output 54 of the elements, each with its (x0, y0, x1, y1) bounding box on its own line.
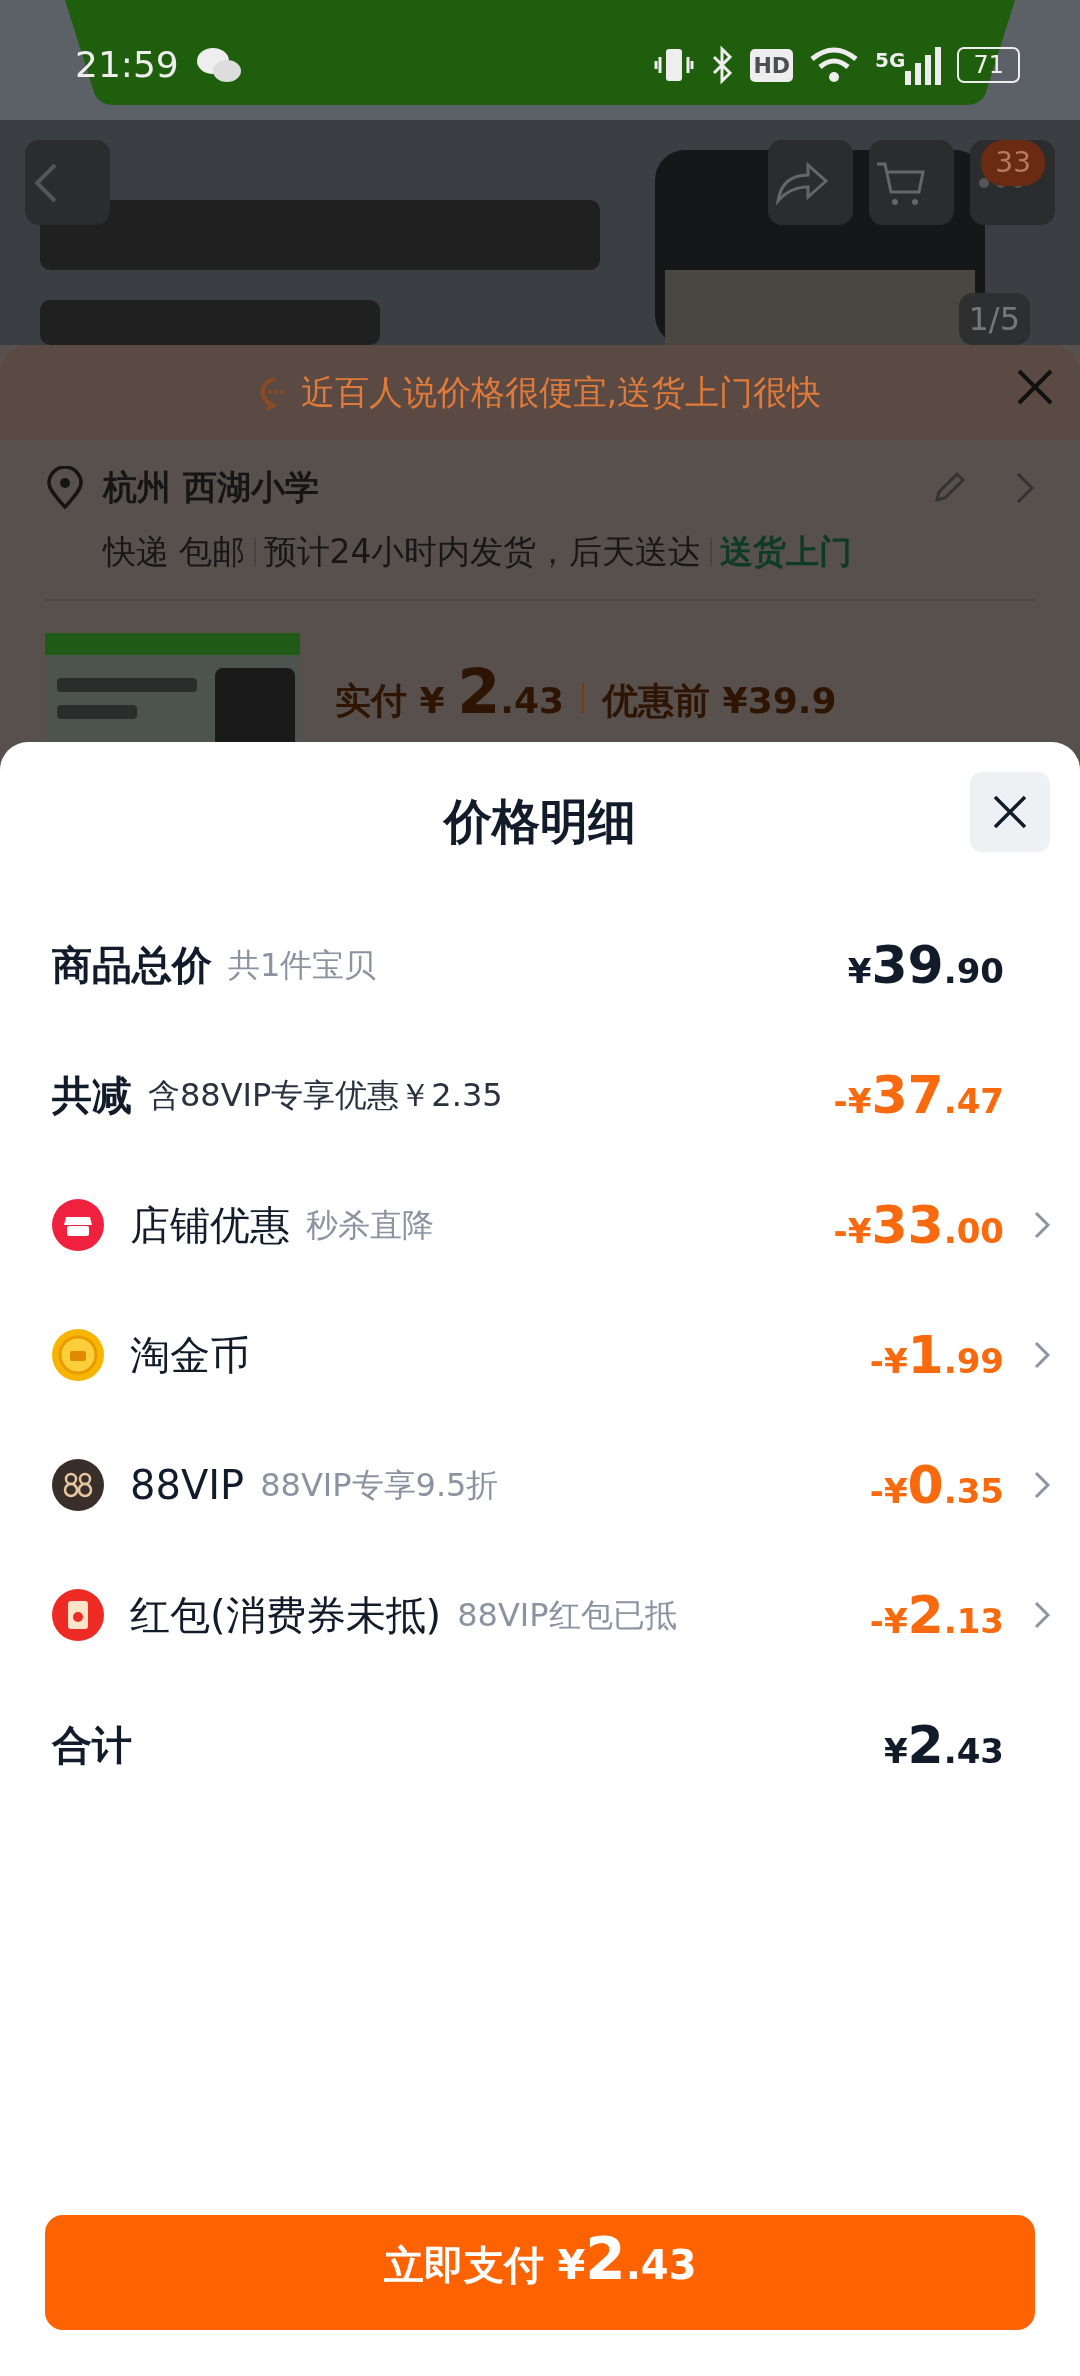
pay-button[interactable]: 立即支付 ¥2.43 (45, 2215, 1035, 2330)
wifi-icon (809, 45, 860, 85)
image-counter: 1/5 (958, 293, 1030, 345)
network-label: 5G (875, 47, 906, 74)
amount-text: -¥37.47 (833, 1064, 1004, 1127)
chevron-icon[interactable] (1015, 470, 1035, 505)
amount-text: ¥39.90 (847, 934, 1004, 997)
sheet-title: 价格明细 (444, 792, 636, 851)
cart-button[interactable] (869, 140, 954, 225)
close-button[interactable] (970, 772, 1050, 852)
discount-label: 88VIP (130, 1461, 245, 1510)
row-note: 秒杀直降 (306, 1205, 434, 1246)
chevron-icon[interactable] (1034, 1601, 1050, 1629)
close-icon (1015, 367, 1055, 407)
close-icon (992, 794, 1028, 830)
row-label: 商品总价 (52, 941, 212, 990)
amount-text: ¥2.43 (883, 1714, 1004, 1777)
discount-icon (52, 1459, 104, 1511)
amount-text: -¥2.13 (869, 1584, 1004, 1647)
amount-text: -¥0.35 (869, 1454, 1004, 1517)
discount-icon (52, 1199, 104, 1251)
discount-label: 红包(消费券未抵) (130, 1591, 442, 1640)
chevron-icon[interactable] (1034, 1211, 1050, 1239)
discount-label: 店铺优惠 (130, 1201, 290, 1250)
tip-text: 近百人说价格很便宜,送货上门很快 (300, 371, 822, 414)
delivery-text: 预计24小时内发货，后天送达 (263, 531, 702, 573)
hd-indicator: HD (750, 48, 794, 82)
share-button[interactable] (768, 140, 853, 225)
location-pin-icon (45, 465, 85, 510)
chat-icon (194, 45, 243, 85)
signal-icon (905, 45, 942, 85)
row-note: 含88VIP专享优惠￥2.35 (148, 1075, 503, 1116)
battery-indicator: 71 (957, 47, 1020, 83)
share-icon (774, 160, 830, 205)
discount-icon (52, 1329, 104, 1381)
row-note: 88VIP专享9.5折 (260, 1465, 499, 1506)
delivery-tag: 送货上门 (719, 527, 852, 577)
chevron-icon[interactable] (1034, 1471, 1050, 1499)
address-text: 杭州 西湖小学 (103, 466, 319, 509)
discount-icon (52, 1589, 104, 1641)
row-note: 88VIP红包已抵 (457, 1595, 677, 1636)
back-button[interactable] (25, 140, 110, 225)
bluetooth-icon (710, 45, 735, 85)
row-label: 合计 (52, 1721, 132, 1770)
amount-text: -¥1.99 (869, 1324, 1004, 1387)
discount-label: 淘金币 (130, 1331, 250, 1380)
paid-price: 实付 ¥ 2.43 (335, 653, 565, 730)
amount-text: -¥33.00 (833, 1194, 1004, 1257)
chevron-icon[interactable] (1034, 1341, 1050, 1369)
row-note: 共1件宝贝 (228, 945, 377, 986)
original-price: 优惠前 ¥39.9 (602, 678, 837, 723)
row-label: 共减 (52, 1071, 132, 1120)
status-time: 21:59 (75, 43, 179, 87)
delivery-text: 快递 包邮 (103, 531, 246, 573)
